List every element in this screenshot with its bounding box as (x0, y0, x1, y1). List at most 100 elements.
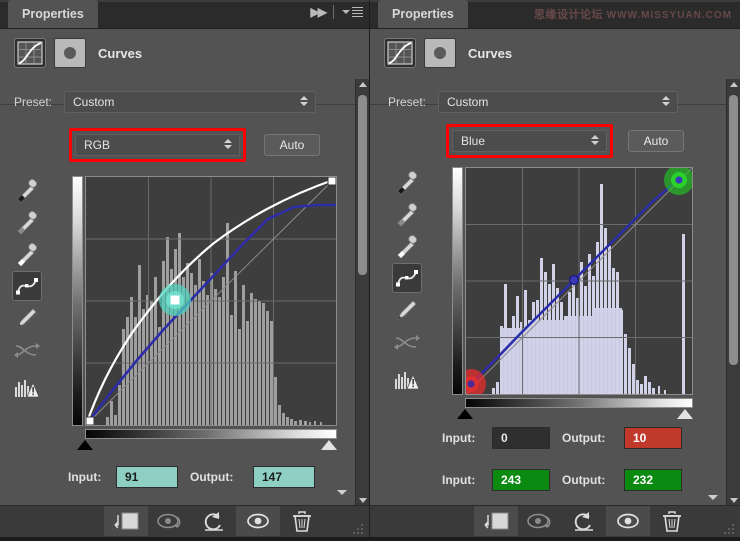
curves-toolstrip-right (392, 167, 426, 397)
toggle-layer-visibility-button-left[interactable] (236, 506, 280, 536)
watermark-cn: 思缘设计论坛 (534, 9, 603, 21)
curves-plot-left (86, 177, 336, 425)
curves-layer-thumbnail[interactable] (384, 38, 416, 68)
preset-value-left: Custom (73, 95, 115, 109)
input-value-right-1[interactable]: 243 (492, 469, 550, 491)
properties-panel-right: Properties 思缘设计论坛 WWW.MISSYUAN.COM Curve… (370, 0, 740, 537)
expand-options-chevron-right[interactable] (708, 495, 718, 500)
curves-grid-left[interactable] (85, 176, 337, 426)
auto-button-right[interactable]: Auto (628, 130, 684, 152)
layer-mask-thumbnail[interactable] (424, 38, 456, 68)
white-point-slider[interactable] (677, 409, 693, 419)
input-value-left-0[interactable]: 91 (116, 466, 178, 488)
panel-menu-icon[interactable] (342, 6, 363, 18)
expand-options-chevron-left[interactable] (337, 490, 347, 495)
eyedropper-white-point-icon[interactable] (392, 231, 422, 261)
panel-footer-left (0, 505, 369, 537)
eyedropper-gray-point-icon[interactable] (12, 207, 42, 237)
stepper-arrows-icon (300, 96, 308, 106)
eyedropper-black-point-icon[interactable] (12, 175, 42, 205)
vertical-output-gradient-bar (452, 167, 463, 395)
scroll-up-icon[interactable] (359, 82, 367, 87)
eyedropper-gray-point-icon[interactable] (392, 199, 422, 229)
scrollbar-thumb[interactable] (729, 95, 738, 365)
input-label-right-0: Input: (442, 431, 476, 445)
adjustment-title-row-left: Curves (0, 28, 369, 105)
mask-dot-icon (434, 47, 446, 59)
mask-dot-icon (64, 47, 76, 59)
resize-grip-icon[interactable] (353, 524, 365, 534)
histogram-warning-tool-icon[interactable] (12, 373, 42, 403)
scroll-down-icon[interactable] (359, 498, 367, 503)
panel-body-left: Preset: Custom RGB Auto Input: 91 Output… (0, 79, 369, 506)
preset-select-right[interactable]: Custom (438, 91, 678, 113)
panel-body-right: Preset: Custom Blue Auto Input: 0 Output… (370, 79, 740, 506)
channel-highlight-box-right (446, 124, 613, 158)
scroll-down-icon[interactable] (730, 498, 738, 503)
curves-plot-right (466, 168, 692, 394)
resize-grip-icon[interactable] (724, 524, 736, 534)
pencil-draw-tool-icon[interactable] (12, 303, 42, 333)
delete-adjustment-layer-button-left[interactable] (280, 506, 324, 536)
preset-label-left: Preset: (14, 95, 53, 109)
delete-adjustment-layer-button-right[interactable] (650, 506, 694, 536)
preset-select-left[interactable]: Custom (64, 91, 316, 113)
reset-adjustment-button-right[interactable] (562, 506, 606, 536)
layer-mask-thumbnail[interactable] (54, 38, 86, 68)
panel-footer-right (370, 505, 740, 537)
curve-edit-point-tool-icon[interactable] (12, 271, 42, 301)
clip-to-layer-button-right[interactable] (474, 506, 518, 536)
curves-layer-thumbnail[interactable] (14, 38, 46, 68)
clip-to-layer-button-left[interactable] (104, 506, 148, 536)
output-label-left-0: Output: (190, 470, 234, 484)
scrollbar-thumb[interactable] (358, 95, 367, 275)
panel-scrollbar-right[interactable] (726, 79, 740, 506)
collapse-panel-icon[interactable]: ▶▶ (311, 5, 328, 19)
curves-grid-right[interactable] (465, 167, 693, 395)
adjustment-title-row-right: Curves (370, 28, 740, 105)
smooth-curve-tool-icon (12, 335, 42, 365)
output-value-left-0[interactable]: 147 (253, 466, 315, 488)
eyedropper-black-point-icon[interactable] (392, 167, 422, 197)
eyedropper-white-point-icon[interactable] (12, 239, 42, 269)
scroll-up-icon[interactable] (730, 82, 738, 87)
panel-tabbar-right: Properties 思缘设计论坛 WWW.MISSYUAN.COM (370, 0, 740, 29)
input-value-right-0[interactable]: 0 (492, 427, 550, 449)
horizontal-input-gradient-bar (465, 398, 693, 408)
histogram-warning-tool-icon[interactable] (392, 365, 422, 395)
chevron-down-icon (342, 10, 350, 14)
output-value-right-1[interactable]: 232 (624, 469, 682, 491)
black-point-slider[interactable] (77, 440, 93, 450)
tab-properties-right[interactable]: Properties (378, 0, 468, 28)
tab-properties-left[interactable]: Properties (8, 0, 98, 28)
tabbar-divider (333, 5, 334, 19)
curves-toolstrip-left (12, 175, 46, 405)
adjustment-name-label: Curves (468, 46, 513, 61)
reset-adjustment-button-left[interactable] (192, 506, 236, 536)
vertical-output-gradient-bar (72, 176, 83, 426)
watermark-url: WWW.MISSYUAN.COM (606, 10, 732, 21)
white-point-slider[interactable] (321, 440, 337, 450)
adjustment-name-label: Curves (98, 46, 143, 61)
panel-tabbar-left: Properties ▶▶ (0, 0, 369, 29)
curves-thumbnail-icon (387, 41, 413, 65)
photoshop-curves-comparison: Properties ▶▶ Curves Preset: Custom RGB … (0, 0, 740, 537)
output-label-right-0: Output: (562, 431, 606, 445)
view-previous-state-button-left[interactable] (148, 506, 192, 536)
auto-button-left[interactable]: Auto (264, 134, 320, 156)
preset-value-right: Custom (447, 95, 489, 109)
curve-edit-point-tool-icon[interactable] (392, 263, 422, 293)
preset-label-right: Preset: (388, 95, 427, 109)
toggle-layer-visibility-button-right[interactable] (606, 506, 650, 536)
black-point-slider[interactable] (457, 409, 473, 419)
view-previous-state-button-right[interactable] (518, 506, 562, 536)
panel-scrollbar-left[interactable] (355, 79, 369, 506)
site-watermark: 思缘设计论坛 WWW.MISSYUAN.COM (534, 6, 732, 22)
horizontal-input-gradient-bar (85, 429, 337, 439)
output-value-right-0[interactable]: 10 (624, 427, 682, 449)
input-label-left-0: Input: (68, 470, 102, 484)
stepper-arrows-icon (662, 96, 670, 106)
menu-lines-icon (352, 6, 363, 18)
pencil-draw-tool-icon[interactable] (392, 295, 422, 325)
input-label-right-1: Input: (442, 473, 476, 487)
